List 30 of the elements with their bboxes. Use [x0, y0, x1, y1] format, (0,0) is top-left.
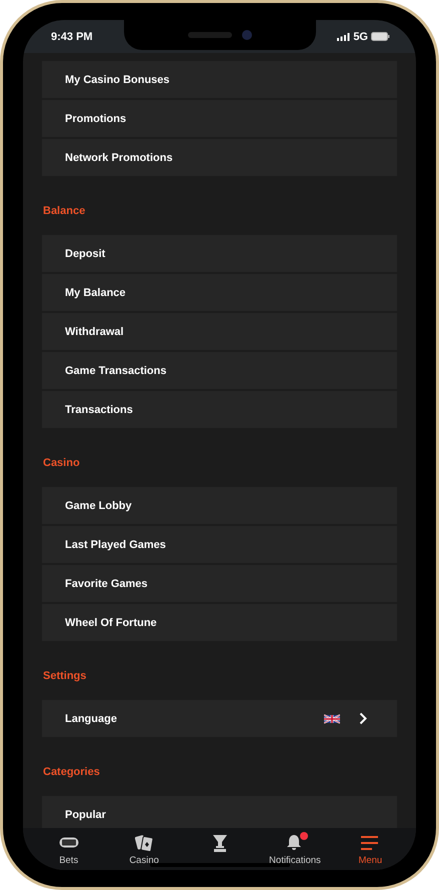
section-heading: Settings [43, 669, 88, 684]
menu-item[interactable]: Game Transactions [42, 352, 397, 389]
nav-tab[interactable]: Bets [31, 828, 106, 870]
clock-time: 9:43 PM [51, 30, 93, 42]
menu-item[interactable]: My Casino Bonuses [42, 61, 397, 98]
nav-tab[interactable]: Menu [332, 828, 408, 870]
menu-item[interactable]: My Balance [42, 274, 397, 311]
menu-icon [361, 836, 380, 850]
trophy-icon [212, 834, 228, 852]
section-heading: Categories [43, 765, 101, 780]
menu-item[interactable]: Network Promotions [42, 139, 397, 176]
menu-item[interactable]: Favorite Games [42, 565, 397, 602]
cards-icon [134, 834, 154, 852]
network-type: 5G [353, 30, 368, 42]
menu-item[interactable]: Language [42, 700, 397, 737]
section-heading: Casino [43, 456, 81, 471]
menu-item[interactable]: Withdrawal [42, 313, 397, 350]
menu-item[interactable]: Game Lobby [42, 487, 397, 524]
battery-icon [371, 32, 390, 41]
menu-item[interactable]: Transactions [42, 391, 397, 428]
bell-icon [286, 834, 304, 851]
chevron-right-icon [359, 712, 367, 725]
menu-item[interactable]: Deposit [42, 235, 397, 272]
menu-item[interactable]: Popular [42, 796, 397, 828]
menu-item[interactable]: Last Played Games [42, 526, 397, 563]
signal-icon [337, 32, 350, 40]
flag-icon [324, 714, 340, 724]
menu-item[interactable]: Promotions [42, 100, 397, 137]
menu-item[interactable]: Wheel Of Fortune [42, 604, 397, 641]
section-heading: Balance [43, 204, 86, 219]
